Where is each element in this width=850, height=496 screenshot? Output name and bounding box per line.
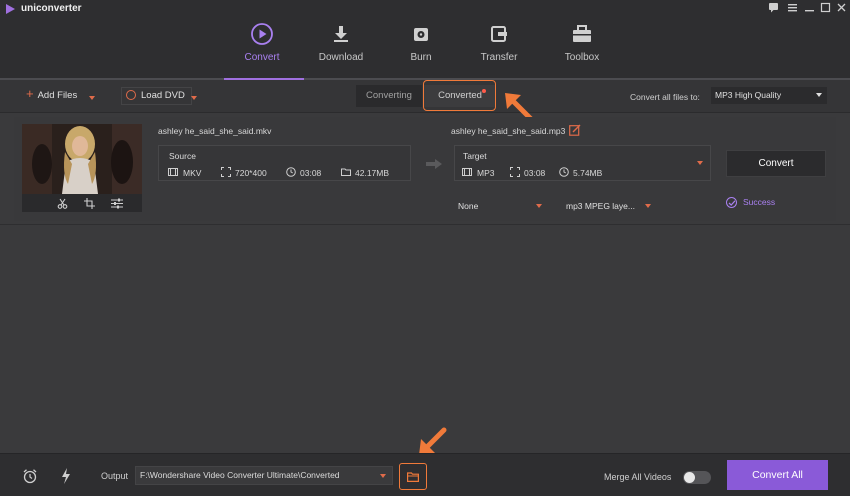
nav-transfer[interactable]: Transfer (464, 22, 534, 63)
chat-icon[interactable] (767, 2, 779, 14)
nav-convert[interactable]: Convert (227, 22, 297, 63)
title-bar: uniconverter (0, 0, 850, 18)
lightning-icon[interactable] (61, 468, 71, 484)
nav-download[interactable]: Download (306, 22, 376, 63)
nav-burn-label: Burn (410, 52, 432, 63)
folder-size-icon (341, 168, 351, 176)
folder-icon (407, 472, 419, 482)
load-dvd-dropdown[interactable] (191, 93, 197, 104)
play-circle-icon (227, 22, 297, 46)
merge-all-toggle[interactable] (683, 471, 711, 484)
load-dvd-button[interactable]: Load DVD (121, 87, 192, 105)
edit-icon[interactable] (569, 124, 581, 136)
nav-transfer-label: Transfer (480, 52, 518, 63)
source-resolution: 720*400 (235, 168, 267, 178)
nav-convert-label: Convert (244, 52, 280, 63)
clock-icon (286, 167, 296, 177)
target-duration: 03:08 (524, 168, 546, 178)
subtitle-select-value: None (458, 201, 479, 211)
merge-all-label: Merge All Videos (604, 472, 672, 482)
disc-icon (386, 22, 456, 46)
plus-icon: + (26, 86, 34, 101)
target-size: 5.74MB (573, 168, 603, 178)
target-info-panel[interactable]: Target MP3 03:08 5.74MB (454, 145, 711, 181)
resolution-icon (510, 167, 520, 177)
converted-tab-highlight (423, 80, 496, 111)
nav-toolbox-label: Toolbox (564, 52, 600, 63)
nav-download-label: Download (318, 52, 364, 63)
convert-all-format-value: MP3 High Quality (715, 90, 782, 100)
close-icon[interactable] (835, 2, 847, 14)
main-nav: Convert Download Burn Transfer Toolbox (0, 18, 850, 80)
nav-burn[interactable]: Burn (386, 22, 456, 63)
load-dvd-label: Load DVD (141, 90, 185, 101)
source-file-name: ashley he_said_she_said.mkv (158, 126, 272, 136)
clock-icon (559, 167, 569, 177)
audio-track-value: mp3 MPEG laye... (566, 201, 635, 211)
arrow-right-icon (426, 159, 442, 169)
download-icon (306, 22, 376, 46)
output-label: Output (101, 471, 129, 481)
status-text: Success (743, 197, 776, 207)
add-files-label: Add Files (37, 90, 78, 101)
add-files-button[interactable]: + Add Files (26, 86, 78, 101)
check-circle-icon (726, 197, 737, 209)
add-files-dropdown[interactable] (89, 93, 95, 104)
file-item: ashley he_said_she_said.mkv Source MKV 7… (14, 117, 836, 221)
source-label: Source (169, 151, 196, 161)
effects-icon[interactable] (111, 198, 123, 211)
output-path-select[interactable]: F:\Wondershare Video Converter Ultimate\… (135, 466, 393, 485)
source-size: 42.17MB (355, 168, 390, 178)
app-logo-icon (6, 4, 15, 14)
transfer-icon (464, 22, 534, 46)
trim-icon[interactable] (57, 198, 68, 211)
format-icon (462, 168, 472, 176)
target-format: MP3 (477, 168, 495, 178)
format-icon (168, 168, 178, 176)
target-file-name: ashley he_said_she_said.mp3 (451, 126, 566, 136)
crop-icon[interactable] (84, 198, 95, 211)
dvd-icon (126, 90, 136, 100)
minimize-icon[interactable] (803, 2, 815, 14)
target-format-dropdown-icon[interactable] (697, 161, 703, 165)
thumbnail-toolbar (22, 194, 142, 212)
source-duration: 03:08 (300, 168, 322, 178)
tab-converting[interactable]: Converting (356, 85, 422, 107)
status-success: Success (726, 197, 776, 209)
target-label: Target (463, 151, 487, 161)
resolution-icon (221, 167, 231, 177)
app-name: uniconverter (21, 3, 82, 14)
convert-all-format-select[interactable]: MP3 High Quality (711, 87, 827, 104)
toolbar: + Add Files Load DVD Converting Converted… (0, 80, 850, 113)
menu-icon[interactable] (786, 2, 798, 14)
nav-toolbox[interactable]: Toolbox (547, 22, 617, 63)
open-folder-button[interactable] (399, 463, 427, 490)
source-info-panel: Source MKV 720*400 03:08 42.17MB (158, 145, 411, 181)
video-thumbnail[interactable] (22, 124, 142, 194)
output-path-value: F:\Wondershare Video Converter Ultimate\… (140, 470, 340, 480)
subtitle-select[interactable]: None (454, 198, 547, 213)
bottom-bar: Output F:\Wondershare Video Converter Ul… (0, 453, 850, 496)
convert-all-button[interactable]: Convert All (727, 460, 828, 490)
alarm-clock-icon[interactable] (22, 468, 38, 484)
convert-all-to-label: Convert all files to: (630, 92, 700, 102)
toolbox-icon (547, 22, 617, 46)
toggle-knob (684, 472, 695, 483)
maximize-icon[interactable] (819, 2, 831, 14)
source-format: MKV (183, 168, 202, 178)
audio-track-select[interactable]: mp3 MPEG laye... (562, 198, 656, 213)
file-row-divider (0, 224, 850, 225)
convert-button[interactable]: Convert (726, 150, 826, 177)
